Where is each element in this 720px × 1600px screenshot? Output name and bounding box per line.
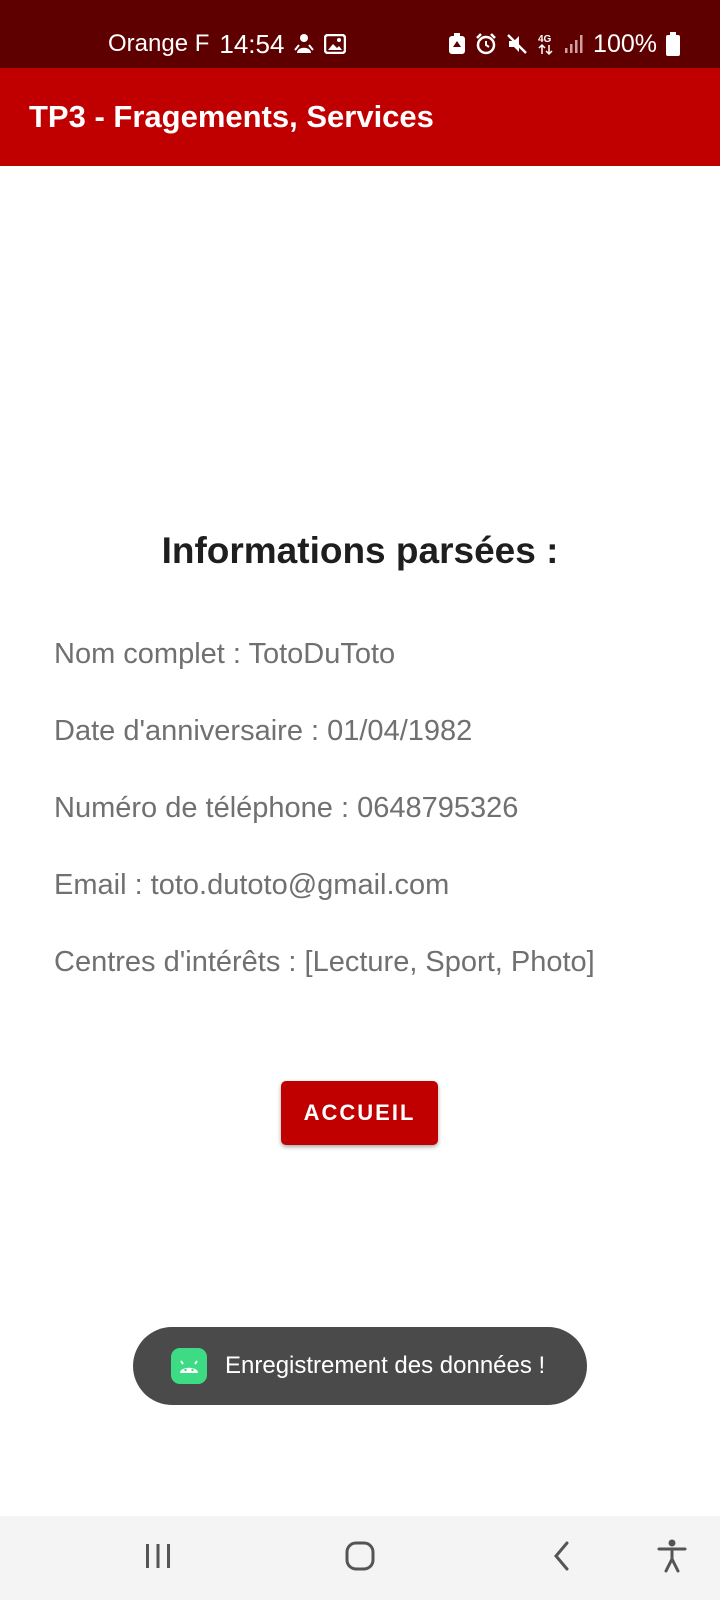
carrier-name: Orange F <box>108 30 210 57</box>
info-birthday: Date d'anniversaire : 01/04/1982 <box>54 715 473 747</box>
alarm-icon <box>475 33 497 55</box>
home-icon <box>344 1540 376 1577</box>
toast-message: Enregistrement des données ! <box>225 1352 546 1379</box>
mute-icon <box>506 33 528 55</box>
accueil-button[interactable]: ACCUEIL <box>281 1081 438 1145</box>
app-bar: TP3 - Fragements, Services <box>0 68 720 166</box>
status-bar-left: Orange F 14:54 <box>108 24 347 64</box>
network-4g-icon: 4G <box>537 32 555 56</box>
info-interests: Centres d'intérêts : [Lecture, Sport, Ph… <box>54 946 595 978</box>
info-phone: Numéro de téléphone : 0648795326 <box>54 792 519 824</box>
battery-icon <box>666 32 680 56</box>
app-title: TP3 - Fragements, Services <box>29 99 434 134</box>
home-button[interactable] <box>315 1516 405 1600</box>
page-heading: Informations parsées : <box>161 530 559 571</box>
battery-percentage: 100% <box>593 29 657 58</box>
recents-button[interactable] <box>113 1516 203 1600</box>
svg-text:4G: 4G <box>538 34 552 45</box>
clock: 14:54 <box>219 28 285 59</box>
screen: Orange F 14:54 4G 100% TP3 - Fragements,… <box>0 0 720 1600</box>
accessibility-icon <box>657 1539 687 1578</box>
image-icon <box>324 34 347 54</box>
navigation-bar <box>0 1516 720 1600</box>
person-notification-icon <box>294 33 315 55</box>
status-bar: Orange F 14:54 4G 100% <box>0 0 720 68</box>
info-full-name: Nom complet : TotoDuToto <box>54 638 396 670</box>
back-button[interactable] <box>517 1516 607 1600</box>
signal-icon <box>564 34 584 54</box>
accessibility-button[interactable] <box>627 1516 717 1600</box>
status-bar-right: 4G 100% <box>448 24 680 64</box>
back-icon <box>550 1540 574 1577</box>
android-icon <box>171 1348 207 1384</box>
recents-icon <box>143 1543 173 1574</box>
info-email: Email : toto.dutoto@gmail.com <box>54 869 450 901</box>
toast: Enregistrement des données ! <box>133 1327 587 1405</box>
recycle-icon <box>448 33 466 55</box>
